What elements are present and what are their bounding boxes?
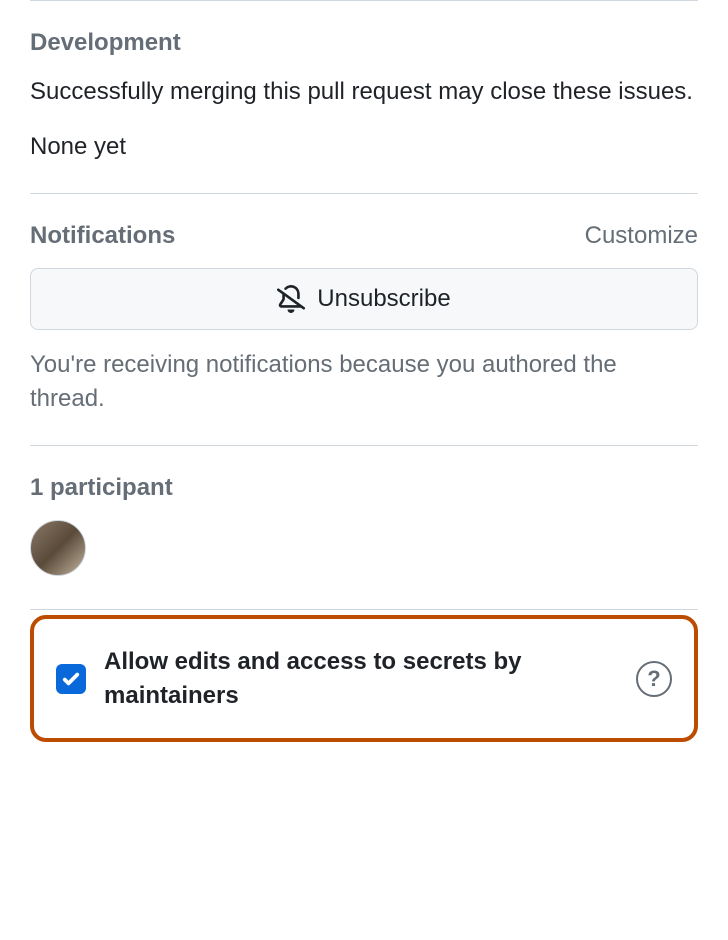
notifications-title: Notifications — [30, 222, 175, 250]
notifications-section: Notifications Customize Unsubscribe You'… — [30, 194, 698, 446]
notifications-header: Notifications Customize — [30, 222, 698, 250]
avatar[interactable] — [30, 520, 86, 576]
development-empty-state: None yet — [30, 130, 698, 165]
bell-slash-icon — [277, 285, 305, 313]
help-icon[interactable]: ? — [636, 661, 672, 697]
development-header: Development — [30, 29, 698, 57]
divider — [30, 609, 698, 610]
participants-title: 1 participant — [30, 474, 698, 502]
participants-section: 1 participant — [30, 446, 698, 609]
unsubscribe-label: Unsubscribe — [317, 285, 450, 313]
development-description: Successfully merging this pull request m… — [30, 75, 698, 110]
maintainer-edits-box: Allow edits and access to secrets by mai… — [30, 615, 698, 742]
development-title: Development — [30, 29, 181, 57]
unsubscribe-button[interactable]: Unsubscribe — [30, 268, 698, 330]
notifications-reason: You're receiving notifications because y… — [30, 348, 698, 418]
checkmark-icon — [61, 669, 81, 689]
allow-edits-checkbox[interactable] — [56, 664, 86, 694]
help-question-mark: ? — [647, 666, 660, 692]
allow-edits-label: Allow edits and access to secrets by mai… — [104, 645, 618, 712]
customize-link[interactable]: Customize — [585, 222, 698, 250]
development-section: Development Successfully merging this pu… — [30, 1, 698, 193]
